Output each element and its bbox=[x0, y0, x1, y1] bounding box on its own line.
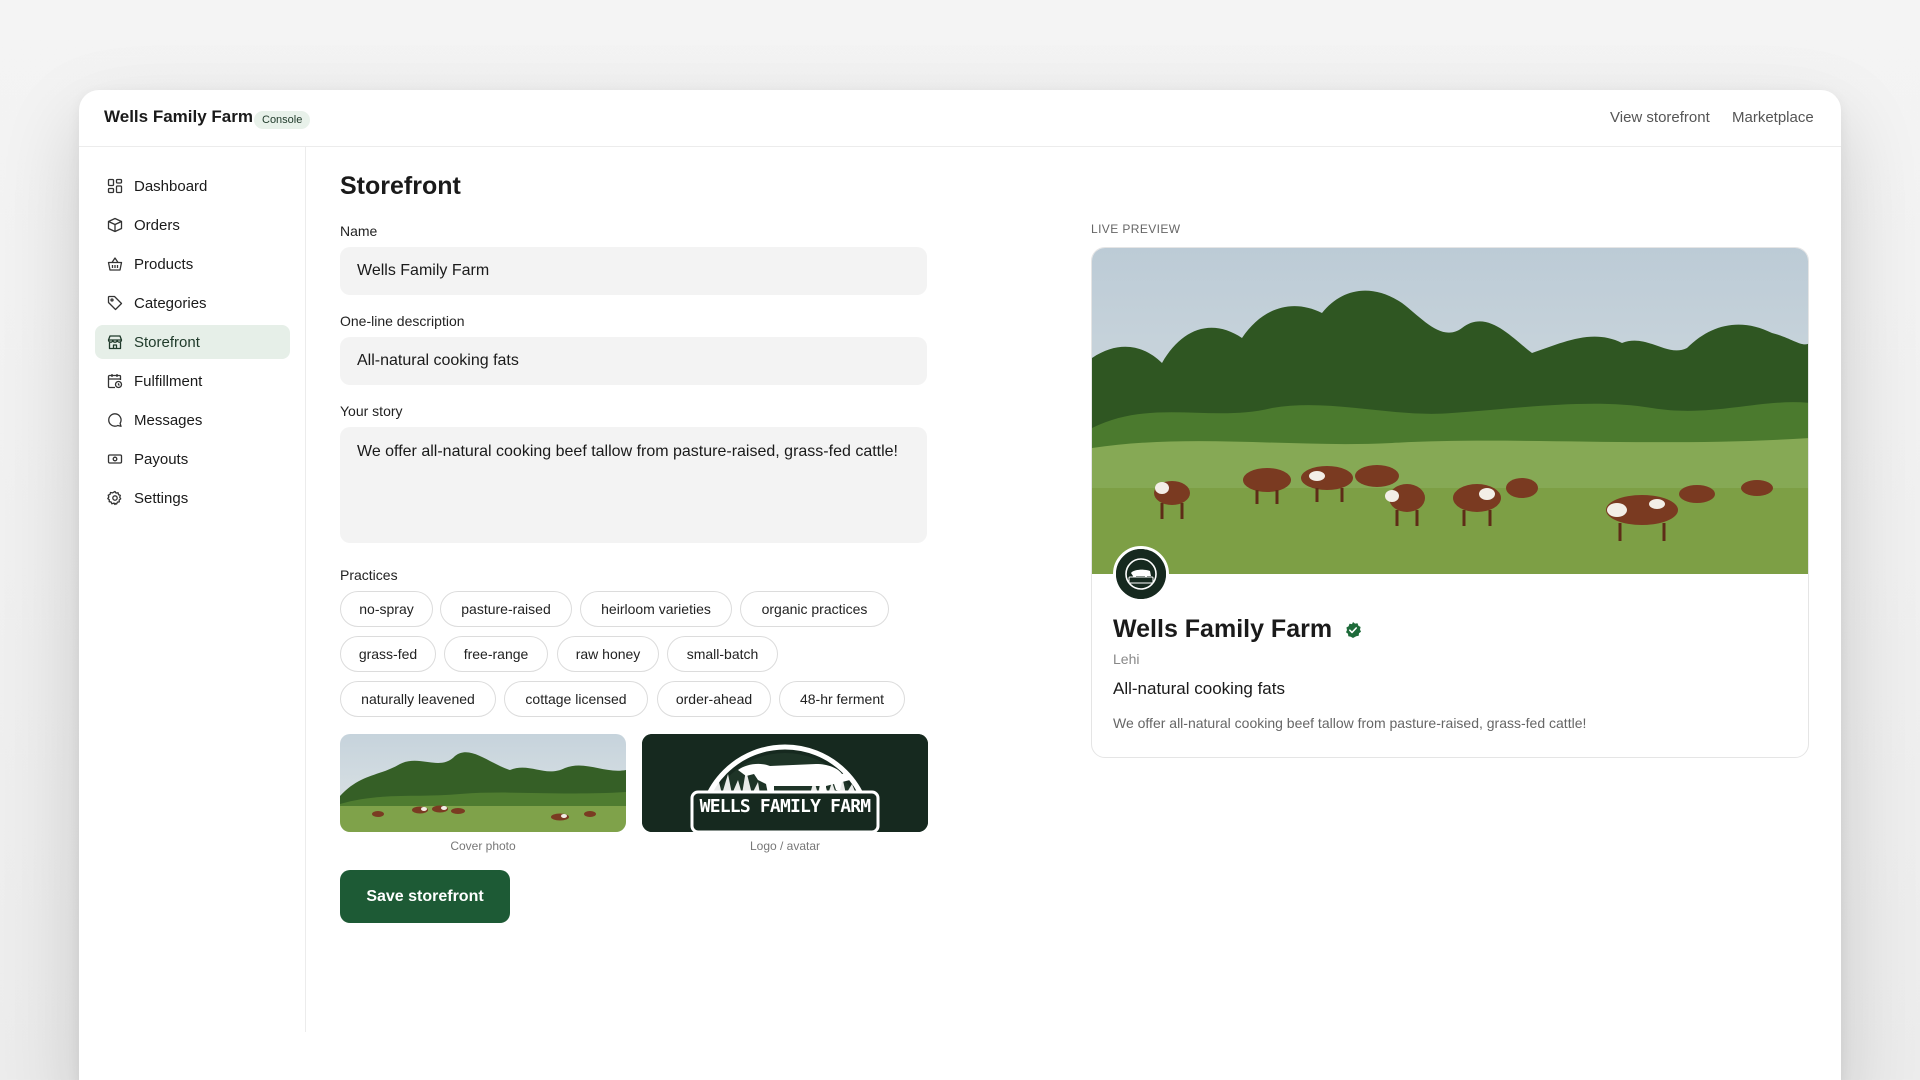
top-bar: Wells Family Farm Console View storefron… bbox=[79, 90, 1841, 147]
preview-location: Lehi bbox=[1113, 651, 1140, 667]
store-icon bbox=[107, 334, 123, 350]
preview-card: Wells Family Farm Lehi All-natural cooki… bbox=[1091, 247, 1809, 758]
cover-photo-caption: Cover photo bbox=[450, 839, 516, 853]
preview-farm-name: Wells Family Farm bbox=[1113, 615, 1333, 643]
app-window: Wells Family Farm Console View storefron… bbox=[79, 90, 1841, 1080]
verified-badge-icon bbox=[1344, 621, 1362, 639]
chat-icon bbox=[107, 412, 123, 428]
banknote-icon bbox=[107, 451, 123, 467]
tag-icon bbox=[107, 295, 123, 311]
practice-tag-no-spray[interactable]: no-spray bbox=[340, 591, 433, 627]
sidebar-item-orders[interactable]: Orders bbox=[95, 208, 290, 242]
save-storefront-button[interactable]: Save storefront bbox=[340, 870, 510, 923]
practices-label: Practices bbox=[340, 567, 398, 583]
page-title: Storefront bbox=[340, 172, 461, 200]
practice-tag-48-hr-ferment[interactable]: 48-hr ferment bbox=[779, 681, 905, 717]
practice-tag-cottage-licensed[interactable]: cottage licensed bbox=[504, 681, 648, 717]
sidebar-item-label: Payouts bbox=[134, 451, 189, 468]
story-label: Your story bbox=[340, 403, 403, 419]
sidebar-item-categories[interactable]: Categories bbox=[95, 286, 290, 320]
logo-wordmark: WELLS FAMILY FARM bbox=[699, 796, 871, 817]
description-label: One-line description bbox=[340, 313, 465, 329]
practice-tag-grass-fed[interactable]: grass-fed bbox=[340, 636, 436, 672]
preview-description: All-natural cooking fats bbox=[1113, 679, 1285, 698]
marketplace-link[interactable]: Marketplace bbox=[1732, 109, 1814, 126]
calendar-clock-icon bbox=[107, 373, 123, 389]
sidebar-item-dashboard[interactable]: Dashboard bbox=[95, 169, 290, 203]
gear-icon bbox=[107, 490, 123, 506]
sidebar-item-label: Fulfillment bbox=[134, 373, 203, 390]
sidebar-item-payouts[interactable]: Payouts bbox=[95, 442, 290, 476]
box-icon bbox=[107, 217, 123, 233]
grid-icon bbox=[107, 178, 123, 194]
practice-tag-pasture-raised[interactable]: pasture-raised bbox=[440, 591, 572, 627]
practice-tag-heirloom-varieties[interactable]: heirloom varieties bbox=[580, 591, 732, 627]
console-badge: Console bbox=[254, 111, 311, 129]
practice-tag-naturally-leavened[interactable]: naturally leavened bbox=[340, 681, 496, 717]
basket-icon bbox=[107, 256, 123, 272]
name-input[interactable] bbox=[340, 247, 927, 295]
sidebar: Dashboard Orders Products Categories Sto… bbox=[79, 147, 306, 1032]
view-storefront-link[interactable]: View storefront bbox=[1610, 109, 1710, 126]
live-preview-label: LIVE PREVIEW bbox=[1091, 222, 1181, 236]
cover-photo-thumbnail[interactable] bbox=[340, 734, 626, 832]
sidebar-item-label: Settings bbox=[134, 490, 189, 507]
sidebar-item-label: Dashboard bbox=[134, 178, 208, 195]
preview-story: We offer all-natural cooking beef tallow… bbox=[1113, 715, 1587, 731]
practice-tag-small-batch[interactable]: small-batch bbox=[667, 636, 778, 672]
name-label: Name bbox=[340, 223, 378, 239]
sidebar-item-fulfillment[interactable]: Fulfillment bbox=[95, 364, 290, 398]
description-input[interactable] bbox=[340, 337, 927, 385]
practice-tag-organic-practices[interactable]: organic practices bbox=[740, 591, 889, 627]
sidebar-item-label: Storefront bbox=[134, 334, 200, 351]
practice-tag-order-ahead[interactable]: order-ahead bbox=[657, 681, 771, 717]
preview-avatar bbox=[1113, 546, 1169, 602]
sidebar-item-products[interactable]: Products bbox=[95, 247, 290, 281]
sidebar-item-label: Categories bbox=[134, 295, 207, 312]
sidebar-item-messages[interactable]: Messages bbox=[95, 403, 290, 437]
sidebar-item-label: Orders bbox=[134, 217, 180, 234]
story-textarea[interactable]: We offer all-natural cooking beef tallow… bbox=[340, 427, 927, 543]
sidebar-item-settings[interactable]: Settings bbox=[95, 481, 290, 515]
preview-cover-image bbox=[1092, 248, 1808, 574]
logo-caption: Logo / avatar bbox=[749, 839, 821, 853]
practice-tag-raw-honey[interactable]: raw honey bbox=[557, 636, 659, 672]
practice-tag-free-range[interactable]: free-range bbox=[444, 636, 548, 672]
sidebar-item-label: Products bbox=[134, 256, 194, 273]
logo-thumbnail[interactable]: WELLS FAMILY FARM bbox=[642, 734, 928, 832]
brand-title: Wells Family Farm bbox=[104, 107, 253, 126]
sidebar-item-storefront[interactable]: Storefront bbox=[95, 325, 290, 359]
sidebar-item-label: Messages bbox=[134, 412, 203, 429]
